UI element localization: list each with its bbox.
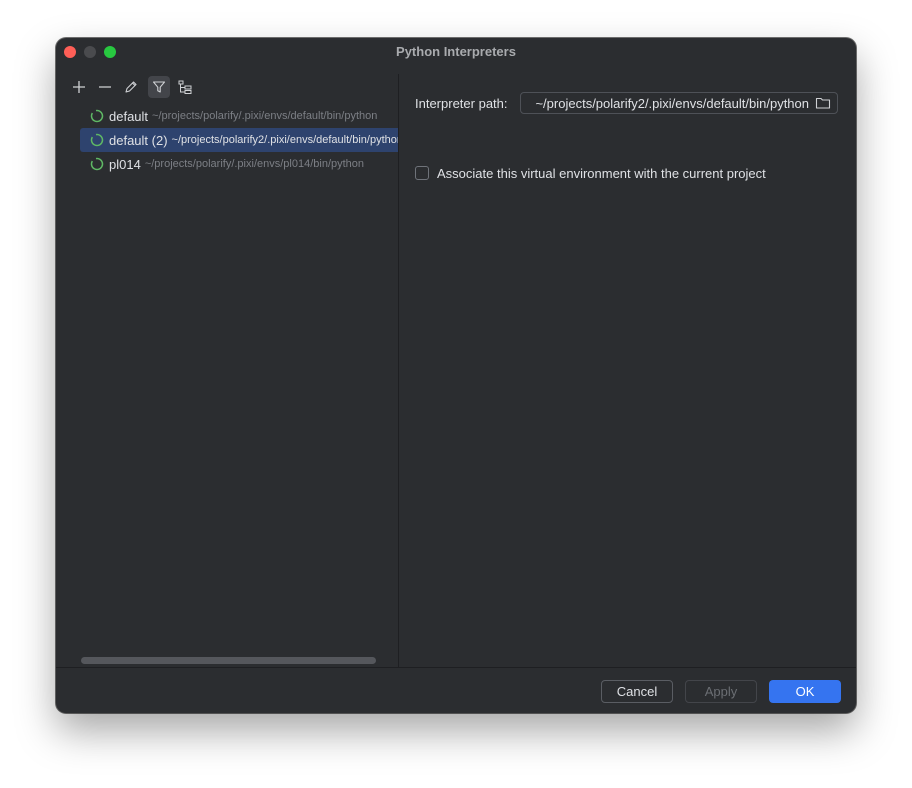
interpreter-path: ~/projects/polarify/.pixi/envs/default/b… [152,110,378,122]
horizontal-scrollbar[interactable] [81,657,376,664]
ok-button[interactable]: OK [769,680,841,703]
interpreter-path-value: ~/projects/polarify2/.pixi/envs/default/… [535,96,809,111]
interpreter-name: default (2) [109,132,168,148]
python-interpreters-dialog: Python Interpreters default ~/projects/p… [56,38,856,713]
apply-button[interactable]: Apply [685,680,757,703]
tree-icon[interactable] [174,76,196,98]
interpreter-path: ~/projects/polarify/.pixi/envs/pl014/bin… [144,158,365,170]
interpreter-list-pane: default ~/projects/polarify/.pixi/envs/d… [56,74,398,667]
environment-icon [90,157,104,171]
interpreter-name: default [109,108,149,124]
interpreter-details-pane: Interpreter path: ~/projects/polarify2/.… [399,74,856,667]
folder-icon[interactable] [815,96,831,110]
environment-icon [90,133,104,147]
remove-icon[interactable] [94,76,116,98]
interpreter-path-field[interactable]: ~/projects/polarify2/.pixi/envs/default/… [520,92,838,114]
interpreter-item-pl014[interactable]: pl014 ~/projects/polarify/.pixi/envs/pl0… [80,152,398,176]
interpreter-item-default-2[interactable]: default (2) ~/projects/polarify2/.pixi/e… [80,128,398,152]
interpreter-name: pl014 [109,156,141,172]
edit-icon[interactable] [120,76,142,98]
add-icon[interactable] [68,76,90,98]
associate-project-label: Associate this virtual environment with … [437,165,766,181]
associate-project-option[interactable]: Associate this virtual environment with … [415,165,766,181]
associate-project-checkbox[interactable] [415,166,429,180]
interpreter-item-default[interactable]: default ~/projects/polarify/.pixi/envs/d… [80,104,398,128]
interpreter-path-label: Interpreter path: [415,96,508,111]
footer-divider [56,667,856,668]
environment-icon [90,109,104,123]
filter-icon[interactable] [148,76,170,98]
cancel-button[interactable]: Cancel [601,680,673,703]
interpreter-tree: default ~/projects/polarify/.pixi/envs/d… [80,104,398,176]
dialog-title: Python Interpreters [396,44,516,59]
title-bar: Python Interpreters [56,38,856,66]
interpreter-path: ~/projects/polarify2/.pixi/envs/default/… [171,134,398,146]
